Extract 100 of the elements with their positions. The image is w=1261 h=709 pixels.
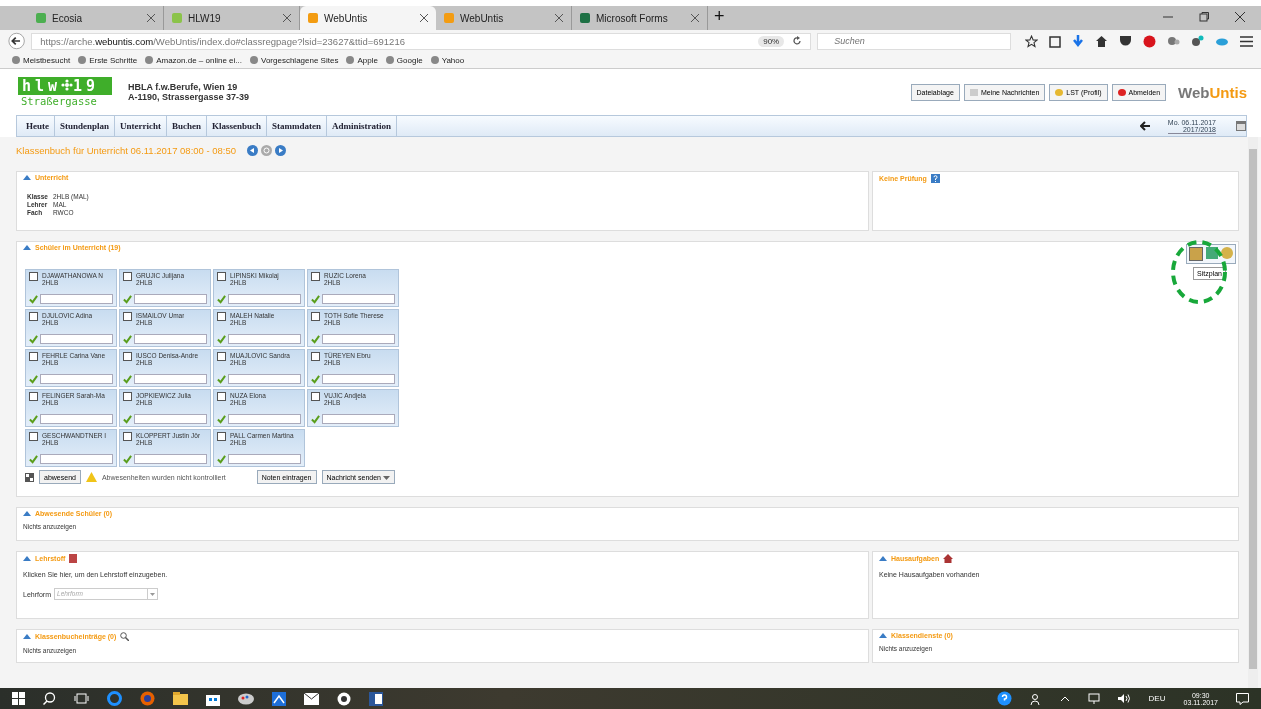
bookmark[interactable]: Yahoo [430,55,465,65]
check-icon[interactable] [311,294,320,304]
check-icon[interactable] [123,334,132,344]
bookmark[interactable]: Amazon.de – online ei... [145,55,242,65]
note-field[interactable] [322,374,395,384]
checkbox[interactable] [123,272,132,281]
close-icon[interactable] [420,14,428,22]
note-field[interactable] [134,294,207,304]
menu-item[interactable]: Buchen [167,116,208,136]
menu-item[interactable]: Stammdaten [267,116,328,136]
check-icon[interactable] [217,414,226,424]
person-icon[interactable] [1029,692,1042,705]
check-icon[interactable] [29,334,38,344]
note-field[interactable] [322,414,395,424]
paint-icon[interactable] [238,692,254,705]
help-icon[interactable] [996,691,1012,706]
check-icon[interactable] [217,334,226,344]
checkbox[interactable] [29,272,38,281]
app-icon[interactable] [272,691,286,706]
checkbox[interactable] [29,392,38,401]
note-field[interactable] [134,414,207,424]
close-icon[interactable] [1235,12,1245,22]
checkbox[interactable] [311,352,320,361]
checkbox[interactable] [217,392,226,401]
reload-icon[interactable] [792,36,803,46]
checkbox[interactable] [217,312,226,321]
back-icon[interactable] [8,31,26,51]
checkbox[interactable] [217,272,226,281]
note-field[interactable] [40,294,113,304]
check-icon[interactable] [123,414,132,424]
checkbox[interactable] [123,352,132,361]
note-field[interactable] [134,334,207,344]
menu-icon[interactable] [1240,35,1253,47]
checkbox[interactable] [29,352,38,361]
language-indicator[interactable]: DEU [1148,694,1166,703]
check-icon[interactable] [217,374,226,384]
note-field[interactable] [322,294,395,304]
note-field[interactable] [228,414,301,424]
home-icon[interactable] [1095,35,1108,47]
note-field[interactable] [228,294,301,304]
download-icon[interactable] [1072,34,1084,48]
checkbox[interactable] [311,392,320,401]
checkbox[interactable] [217,432,226,441]
calendar-icon[interactable] [1236,121,1246,131]
checkbox[interactable] [311,312,320,321]
check-icon[interactable] [123,374,132,384]
note-field[interactable] [40,454,113,464]
check-icon[interactable] [217,294,226,304]
note-field[interactable] [134,374,207,384]
next-icon[interactable] [275,144,287,156]
check-icon[interactable] [29,414,38,424]
volume-icon[interactable] [1117,693,1131,704]
zoom-level[interactable]: 90% [758,35,785,47]
bookmark[interactable]: Erste Schritte [78,55,138,65]
checkbox[interactable] [123,312,132,321]
bookmark[interactable]: Meistbesucht [12,55,71,65]
checkbox[interactable] [29,312,38,321]
check-icon[interactable] [311,334,320,344]
firefox-icon[interactable] [140,691,155,706]
browser-tab[interactable]: WebUntis [300,6,436,30]
close-icon[interactable] [147,14,155,22]
windows-icon[interactable] [12,692,25,705]
menu-item[interactable]: Heute [21,116,55,136]
magnifier-icon[interactable] [120,632,130,641]
star-icon[interactable] [1025,34,1038,48]
menu-item[interactable]: Stundenplan [55,116,116,136]
mail-icon[interactable] [304,692,319,705]
close-icon[interactable] [283,14,291,22]
note-field[interactable] [322,334,395,344]
close-icon[interactable] [555,14,563,22]
note-field[interactable] [134,454,207,464]
check-icon[interactable] [29,294,38,304]
check-icon[interactable] [217,454,226,464]
checkbox[interactable] [123,392,132,401]
menu-item[interactable]: Unterricht [115,116,167,136]
edge-icon[interactable] [107,691,122,706]
app-icon[interactable] [337,691,351,706]
note-field[interactable] [228,374,301,384]
chevron-icon[interactable] [1059,695,1070,702]
check-icon[interactable] [29,454,38,464]
restore-icon[interactable] [1199,12,1209,22]
note-field[interactable] [40,334,113,344]
previous-icon[interactable] [247,144,259,156]
check-icon[interactable] [311,414,320,424]
folder-icon[interactable] [173,692,188,705]
task-view-icon[interactable] [74,693,89,704]
close-icon[interactable] [691,14,699,22]
bookmark[interactable]: Vorgeschlagene Sites [250,55,339,65]
bookmark[interactable]: Apple [346,55,378,65]
word-icon[interactable] [369,691,383,706]
notification-icon[interactable] [1236,692,1249,705]
checkbox[interactable] [311,272,320,281]
note-field[interactable] [40,374,113,384]
check-icon[interactable] [123,454,132,464]
network-icon[interactable] [1087,693,1100,704]
search-icon[interactable] [43,692,56,705]
new-tab-button[interactable]: + [714,6,725,27]
back-arrow-icon[interactable] [1139,121,1150,131]
note-field[interactable] [228,334,301,344]
address-bar[interactable]: https://arche.webuntis.com/WebUntis/index.do#classregpage?lsid=23627&ttid=691216 90% [31,32,812,50]
